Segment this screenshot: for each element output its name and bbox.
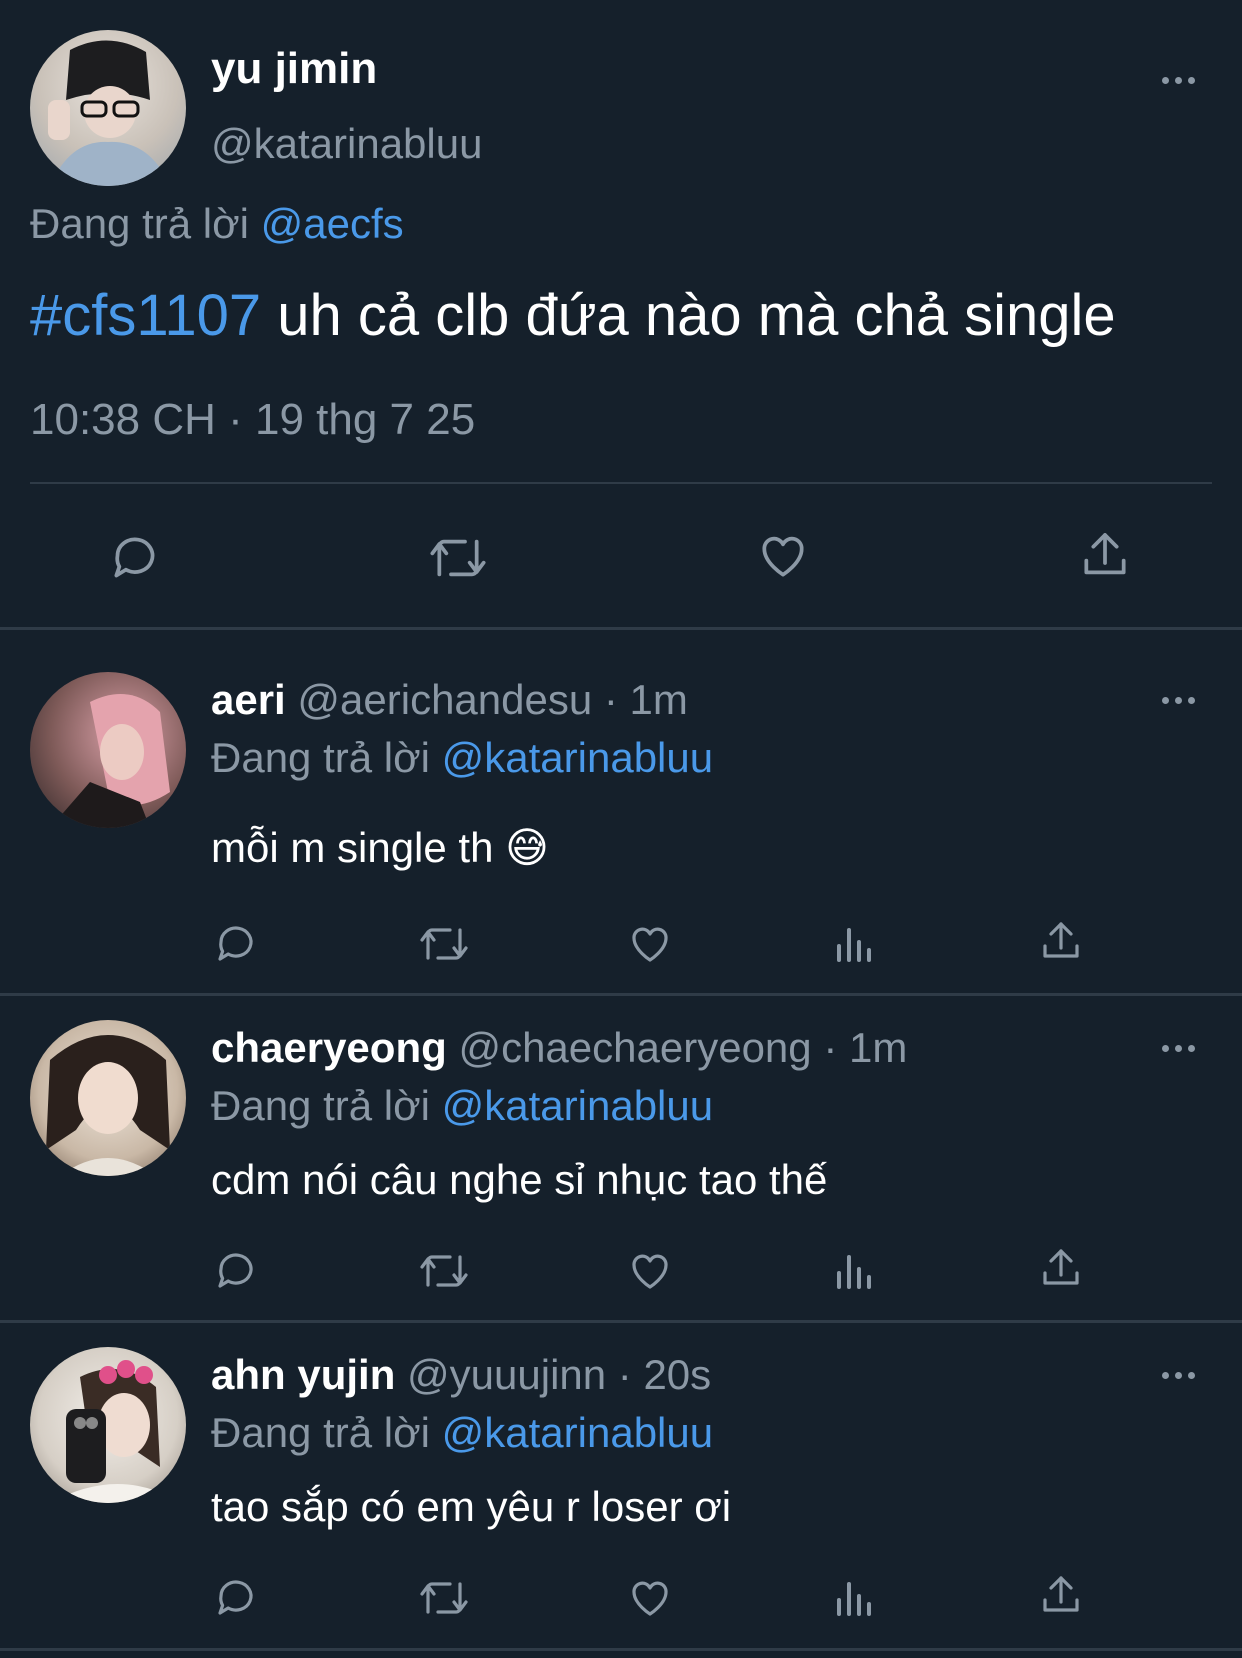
avatar[interactable] xyxy=(30,30,186,186)
retweet-icon xyxy=(420,1255,468,1287)
display-name[interactable]: aeri xyxy=(211,676,286,723)
user-handle[interactable]: @katarinabluu xyxy=(211,120,482,168)
retweet-button[interactable] xyxy=(416,1247,472,1295)
retweet-button[interactable] xyxy=(424,530,492,586)
avatar-image xyxy=(50,1360,180,1503)
grinning-sweat-emoji: 😅 xyxy=(505,824,549,871)
share-button[interactable] xyxy=(1037,1572,1085,1620)
tweet-body: tao sắp có em yêu r loser ơi xyxy=(211,1483,732,1530)
tweet-body: cdm nói câu nghe sỉ nhục tao thế xyxy=(211,1156,828,1203)
tweet-body: mỗi m single th xyxy=(211,824,494,871)
share-button[interactable] xyxy=(1037,918,1085,966)
views-button[interactable] xyxy=(833,1574,877,1622)
retweet-icon xyxy=(430,539,486,577)
reply-to-link[interactable]: @katarinabluu xyxy=(442,1409,713,1456)
tweet-time[interactable]: · 1m xyxy=(812,1024,907,1071)
share-button[interactable] xyxy=(1037,1245,1085,1293)
like-icon xyxy=(632,1581,668,1616)
share-icon xyxy=(1043,1249,1079,1285)
user-handle[interactable]: @chaechaeryeong xyxy=(458,1024,811,1071)
views-icon xyxy=(837,928,871,962)
like-icon xyxy=(762,536,804,577)
views-icon xyxy=(837,1582,871,1616)
like-icon xyxy=(632,1254,668,1289)
reply-prefix: Đang trả lời xyxy=(211,1082,430,1129)
tweet-time[interactable]: · 20s xyxy=(606,1351,711,1398)
tweet-header: chaeryeong @chaechaeryeong · 1m xyxy=(211,1024,907,1072)
reply-button[interactable] xyxy=(212,1247,260,1295)
avatar-image xyxy=(48,40,170,186)
share-icon xyxy=(1043,1576,1079,1612)
views-icon xyxy=(837,1255,871,1289)
retweet-icon xyxy=(420,928,468,960)
like-button[interactable] xyxy=(626,1247,674,1295)
reply-to-link[interactable]: @katarinabluu xyxy=(442,734,713,781)
divider xyxy=(0,1320,1242,1323)
display-name[interactable]: chaeryeong xyxy=(211,1024,447,1071)
reply-icon xyxy=(218,1253,253,1288)
more-options-icon[interactable] xyxy=(1162,1045,1195,1052)
divider xyxy=(0,993,1242,996)
user-handle[interactable]: @yuuujinn xyxy=(407,1351,606,1398)
hashtag-link[interactable]: #cfs1107 xyxy=(30,283,261,348)
reply-prefix: Đang trả lời xyxy=(30,200,249,247)
reply-context: Đang trả lời @aecfs xyxy=(30,200,404,248)
tweet-timestamp[interactable]: 10:38 CH · 19 thg 7 25 xyxy=(30,395,475,445)
retweet-icon xyxy=(420,1582,468,1614)
views-button[interactable] xyxy=(833,1247,877,1295)
share-icon xyxy=(1084,533,1126,575)
tweet-text: tao sắp có em yêu r loser ơi xyxy=(211,1483,731,1531)
reply-icon xyxy=(114,537,155,578)
divider xyxy=(30,482,1212,484)
reply-button[interactable] xyxy=(107,530,163,586)
divider xyxy=(0,627,1242,630)
reply-context: Đang trả lời @katarinabluu xyxy=(211,734,713,782)
share-button[interactable] xyxy=(1077,528,1133,584)
divider xyxy=(0,1648,1242,1651)
retweet-button[interactable] xyxy=(416,920,472,968)
like-icon xyxy=(632,927,668,962)
avatar[interactable] xyxy=(30,1347,186,1503)
tweet-header: aeri @aerichandesu · 1m xyxy=(211,676,688,724)
more-options-icon[interactable] xyxy=(1162,77,1195,84)
reply-to-link[interactable]: @katarinabluu xyxy=(442,1082,713,1129)
reply-icon xyxy=(218,926,253,961)
like-button[interactable] xyxy=(754,528,812,584)
reply-button[interactable] xyxy=(212,920,260,968)
reply-context: Đang trả lời @katarinabluu xyxy=(211,1409,713,1457)
reply-to-link[interactable]: @aecfs xyxy=(261,200,404,247)
like-button[interactable] xyxy=(626,1574,674,1622)
retweet-button[interactable] xyxy=(416,1574,472,1622)
tweet-text: mỗi m single th 😅 xyxy=(211,823,549,872)
tweet-body: uh cả clb đứa nào mà chả single xyxy=(261,283,1116,348)
avatar-image xyxy=(46,1035,170,1176)
user-handle[interactable]: @aerichandesu xyxy=(297,676,592,723)
share-icon xyxy=(1043,922,1079,958)
display-name[interactable]: yu jimin xyxy=(211,44,377,94)
tweet-header: ahn yujin @yuuujinn · 20s xyxy=(211,1351,711,1399)
reply-context: Đang trả lời @katarinabluu xyxy=(211,1082,713,1130)
more-options-icon[interactable] xyxy=(1162,1372,1195,1379)
tweet-text: cdm nói câu nghe sỉ nhục tao thế xyxy=(211,1156,827,1204)
tweet-time[interactable]: · 1m xyxy=(592,676,688,723)
reply-button[interactable] xyxy=(212,1574,260,1622)
like-button[interactable] xyxy=(626,920,674,968)
reply-icon xyxy=(218,1580,253,1615)
reply-prefix: Đang trả lời xyxy=(211,734,430,781)
tweet-text: #cfs1107 uh cả clb đứa nào mà chả single xyxy=(30,282,1116,349)
views-button[interactable] xyxy=(833,920,877,968)
avatar[interactable] xyxy=(30,1020,186,1176)
avatar[interactable] xyxy=(30,672,186,828)
avatar-image xyxy=(50,694,170,828)
reply-prefix: Đang trả lời xyxy=(211,1409,430,1456)
more-options-icon[interactable] xyxy=(1162,697,1195,704)
display-name[interactable]: ahn yujin xyxy=(211,1351,395,1398)
